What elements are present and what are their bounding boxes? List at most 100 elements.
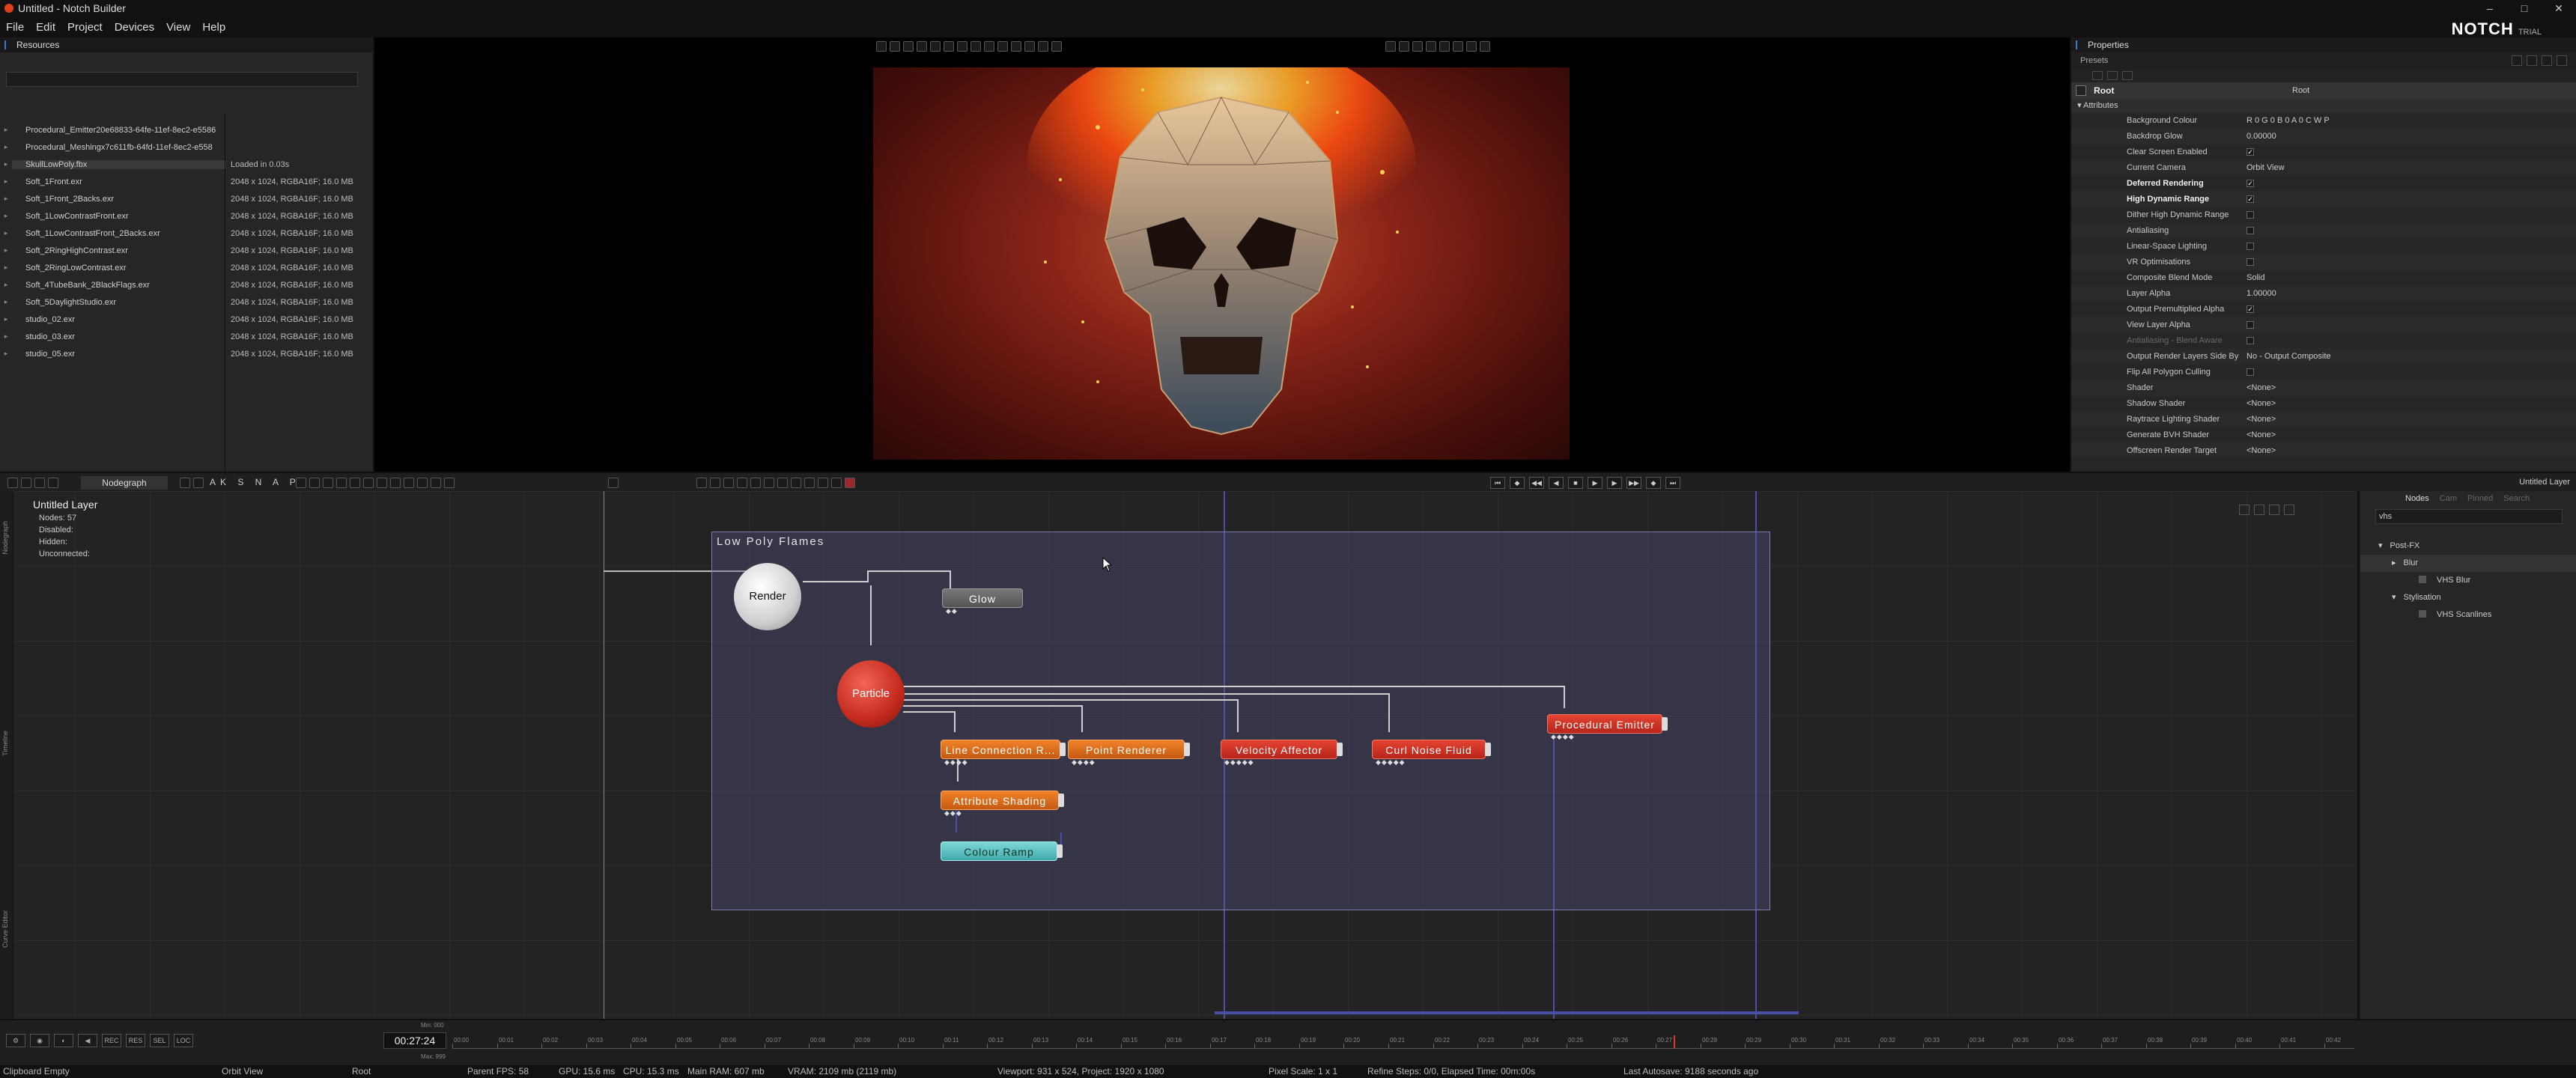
comment-icon[interactable] (390, 478, 401, 488)
stats-tool-icon[interactable] (1051, 41, 1062, 52)
fit-selection-icon[interactable] (2254, 505, 2264, 515)
attribute-row[interactable]: Shadow Shader <None> (2071, 395, 2576, 411)
stop-icon[interactable]: ■ (1568, 477, 1583, 489)
resource-item[interactable]: ▸ Procedural_Meshingx7c611fb-64fd-11ef-8e… (0, 138, 374, 156)
pivot-tool-icon[interactable] (930, 41, 941, 52)
attribute-value[interactable]: R 0 G 0 B 0 A 0 C W P (2239, 116, 2576, 125)
timeline-button[interactable]: RES (126, 1034, 145, 1047)
attribute-row[interactable]: Backdrop Glow 0.00000 (2071, 128, 2576, 144)
close-button[interactable]: ✕ (2542, 0, 2576, 16)
output-port[interactable] (1337, 743, 1343, 756)
refresh-preset-icon[interactable] (2557, 55, 2567, 66)
step-forward-icon[interactable]: ▶▶ (1626, 477, 1641, 489)
attribute-row[interactable]: Output Render Layers Side By SideNo - Ou… (2071, 348, 2576, 364)
render-icon-6[interactable] (764, 478, 774, 488)
tree-toggle-icon[interactable]: ▾ (2378, 541, 2383, 550)
timeline-playhead[interactable] (1674, 1035, 1675, 1049)
next-frame-icon[interactable]: ▶ (1607, 477, 1622, 489)
input-ports[interactable]: ◆◆◆ (944, 810, 962, 817)
settings-icon[interactable] (2107, 71, 2118, 80)
camera-view-icon[interactable] (1385, 41, 1396, 52)
node-tree-item[interactable]: ▸ Blur (2360, 555, 2576, 572)
attribute-row[interactable]: Clear Screen Enabled ✓ (2071, 144, 2576, 159)
nodes-search-input[interactable]: vhs (2375, 509, 2563, 524)
zoom-in-icon[interactable] (1453, 41, 1463, 52)
attribute-value[interactable]: <None> (2239, 383, 2576, 392)
skip-start-icon[interactable]: ⏮ (1490, 477, 1505, 489)
zoom-in-icon[interactable] (2269, 505, 2279, 515)
timeline-button[interactable]: ◐ (54, 1034, 73, 1047)
menu-file[interactable]: File (0, 21, 30, 34)
menu-help[interactable]: Help (196, 21, 231, 34)
search-nodes-icon[interactable] (336, 478, 347, 488)
attribute-checkbox[interactable]: ✓ (2247, 180, 2254, 187)
record-icon[interactable] (1480, 41, 1490, 52)
attribute-row[interactable]: Generate BVH Shader <None> (2071, 427, 2576, 442)
color-icon[interactable] (417, 478, 428, 488)
zoom-out-icon[interactable] (1439, 41, 1450, 52)
node-tree-item[interactable]: VHS Scanlines (2360, 606, 2576, 624)
tree-toggle-icon[interactable]: ▾ (2392, 593, 2396, 602)
current-time-display[interactable]: 00:27:24 (383, 1032, 446, 1049)
grid-tool-icon[interactable] (997, 41, 1008, 52)
tab-pinned[interactable]: Pinned (2467, 494, 2493, 503)
attribute-row[interactable]: Current Camera Orbit View (2071, 159, 2576, 175)
colour-ramp-node[interactable]: Colour Ramp (941, 841, 1063, 861)
render-preview[interactable] (873, 67, 1570, 460)
expand-arrow-icon[interactable]: ▸ (0, 212, 12, 220)
attribute-row[interactable]: Background Colour R 0 G 0 B 0 A 0 C W P (2071, 112, 2576, 128)
layer-range-bar[interactable] (1215, 1011, 1799, 1014)
curl-noise-fluid-node[interactable]: Curl Noise Fluid ◆◆◆◆◆ (1372, 740, 1491, 766)
expand-arrow-icon[interactable]: ▸ (0, 195, 12, 203)
attribute-checkbox[interactable] (2247, 337, 2254, 344)
expand-arrow-icon[interactable]: ▸ (0, 246, 12, 255)
collapse-icon[interactable] (350, 478, 360, 488)
frame-icon[interactable] (377, 478, 387, 488)
refresh-icon[interactable] (1426, 41, 1436, 52)
attribute-row[interactable]: Linear-Space Lighting (2071, 238, 2576, 254)
attribute-value[interactable]: <None> (2239, 446, 2576, 455)
step-back-icon[interactable]: ◀◀ (1529, 477, 1544, 489)
glow-ports[interactable]: ◆◆ (946, 608, 958, 615)
render-icon-2[interactable] (710, 478, 720, 488)
zoom-fit-icon[interactable] (444, 478, 455, 488)
attribute-value[interactable]: No - Output Composite (2239, 352, 2576, 361)
stop-record-icon[interactable] (845, 478, 855, 488)
camera-tool-icon[interactable] (970, 41, 981, 52)
render-icon-4[interactable] (737, 478, 747, 488)
attribute-row[interactable]: Dither High Dynamic Range (2071, 207, 2576, 222)
filter-icon[interactable] (2092, 71, 2103, 80)
expand-arrow-icon[interactable]: ▸ (0, 177, 12, 186)
align-icon[interactable] (296, 478, 306, 488)
timeline-button[interactable]: LOC (174, 1034, 193, 1047)
velocity-affector-node[interactable]: Velocity Affector ◆◆◆◆◆ (1221, 740, 1343, 766)
output-port[interactable] (1058, 794, 1064, 807)
skip-end-icon[interactable]: ⏭ (1665, 477, 1680, 489)
attributes-section-header[interactable]: ▾ Attributes (2071, 99, 2576, 112)
snap-toggles[interactable]: AK S N A P (210, 477, 300, 487)
next-key-icon[interactable]: ◆ (1646, 477, 1661, 489)
tab-nodegraph[interactable]: Nodegraph (81, 476, 168, 490)
attribute-value[interactable]: 1.00000 (2239, 289, 2576, 298)
distribute-icon[interactable] (309, 478, 320, 488)
clear-icon[interactable] (2122, 71, 2133, 80)
play-icon[interactable]: ▶ (1588, 477, 1603, 489)
resource-item[interactable]: ▸ Soft_5DaylightStudio.exr 2048 x 1024, RG… (0, 293, 374, 311)
download-preset-icon[interactable] (2512, 55, 2522, 66)
procedural-emitter-node[interactable]: Procedural Emitter ◆◆◆◆ (1547, 714, 1668, 740)
render-icon-9[interactable] (804, 478, 815, 488)
expand-arrow-icon[interactable]: ▸ (0, 126, 12, 134)
resource-item[interactable]: ▸ Soft_2RingLowContrast.exr 2048 x 1024, R… (0, 259, 374, 276)
select-tool-icon[interactable] (876, 41, 887, 52)
attribute-shading-node[interactable]: Attribute Shading ◆◆◆ (941, 791, 1064, 817)
line-connection-renderer-node[interactable]: Line Connection R... ◆◆◆◆ (941, 740, 1066, 766)
nodegraph-canvas[interactable]: Nodegraph Timeline Curve Editor Untitled… (0, 491, 2359, 1019)
attribute-row[interactable]: Output Premultiplied Alpha ✓ (2071, 301, 2576, 317)
input-ports[interactable]: ◆◆◆◆◆ (1224, 759, 1254, 766)
link-icon[interactable] (48, 478, 58, 488)
capture-icon[interactable] (608, 478, 619, 488)
attribute-checkbox[interactable]: ✓ (2247, 195, 2254, 203)
render-icon-1[interactable] (696, 478, 707, 488)
resource-item[interactable]: ▸ SkullLowPoly.fbx Loaded in 0.03s (0, 156, 374, 173)
attribute-row[interactable]: Composite Blend Mode Solid (2071, 270, 2576, 285)
